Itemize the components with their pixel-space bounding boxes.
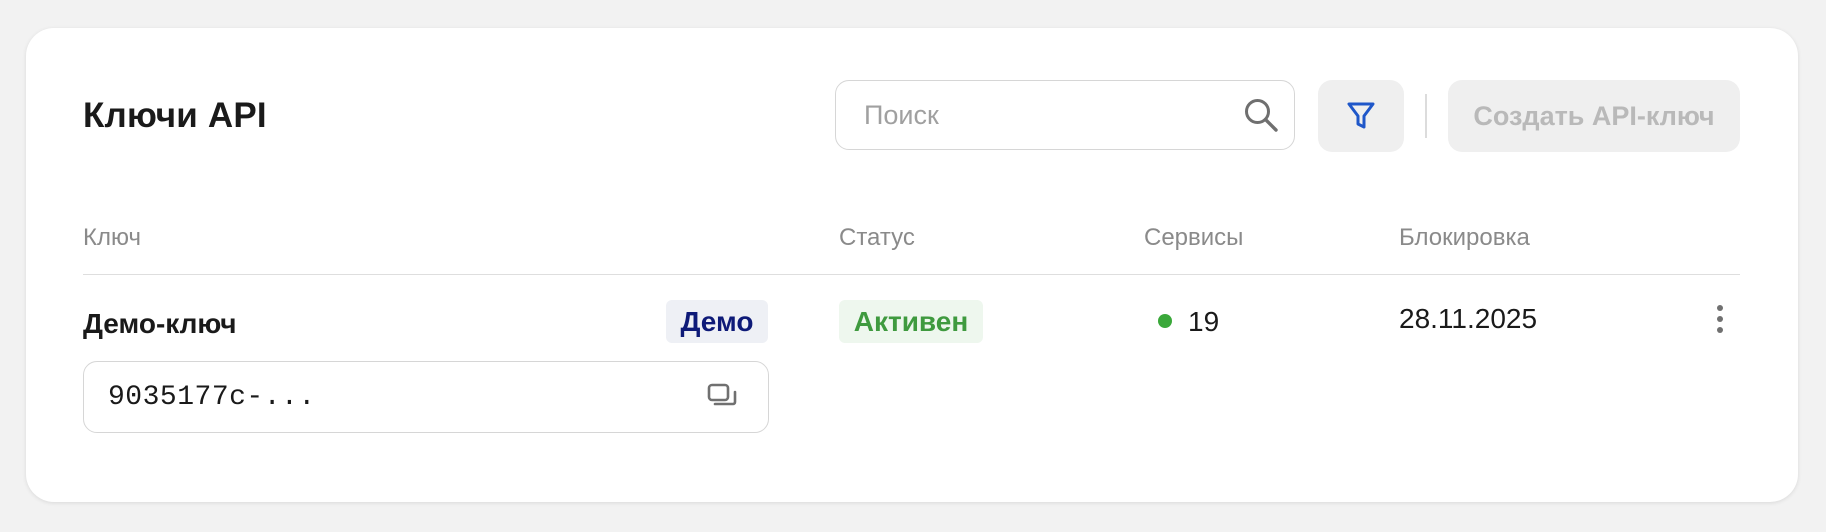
status-badge: Активен bbox=[839, 300, 983, 343]
row-more-button[interactable] bbox=[1710, 304, 1730, 338]
search-input[interactable] bbox=[864, 81, 1224, 149]
search-box[interactable] bbox=[835, 80, 1295, 150]
key-value: 9035177c-... bbox=[108, 382, 316, 413]
column-header-services: Сервисы bbox=[1144, 224, 1244, 251]
copy-key-button[interactable] bbox=[704, 382, 740, 414]
copy-icon bbox=[707, 383, 737, 406]
services-status-dot bbox=[1158, 314, 1172, 328]
services-count: 19 bbox=[1188, 306, 1220, 337]
block-date: 28.11.2025 bbox=[1399, 303, 1538, 334]
api-keys-card: Ключи API Создать API-ключ Ключ Статус С… bbox=[26, 28, 1798, 502]
column-header-blocking: Блокировка bbox=[1399, 224, 1530, 251]
filter-button[interactable] bbox=[1318, 80, 1404, 152]
key-name: Демо-ключ bbox=[83, 308, 237, 339]
search-icon[interactable] bbox=[1242, 96, 1280, 134]
column-header-status: Статус bbox=[839, 224, 915, 251]
column-header-key: Ключ bbox=[83, 224, 141, 251]
header-divider bbox=[83, 274, 1740, 275]
demo-badge: Демо bbox=[666, 300, 768, 343]
more-dots-icon bbox=[1717, 304, 1723, 311]
key-value-field: 9035177c-... bbox=[83, 361, 769, 433]
filter-icon bbox=[1347, 102, 1375, 129]
page-title: Ключи API bbox=[83, 96, 267, 135]
create-api-key-button[interactable]: Создать API-ключ bbox=[1448, 80, 1740, 152]
toolbar-divider bbox=[1425, 94, 1427, 138]
